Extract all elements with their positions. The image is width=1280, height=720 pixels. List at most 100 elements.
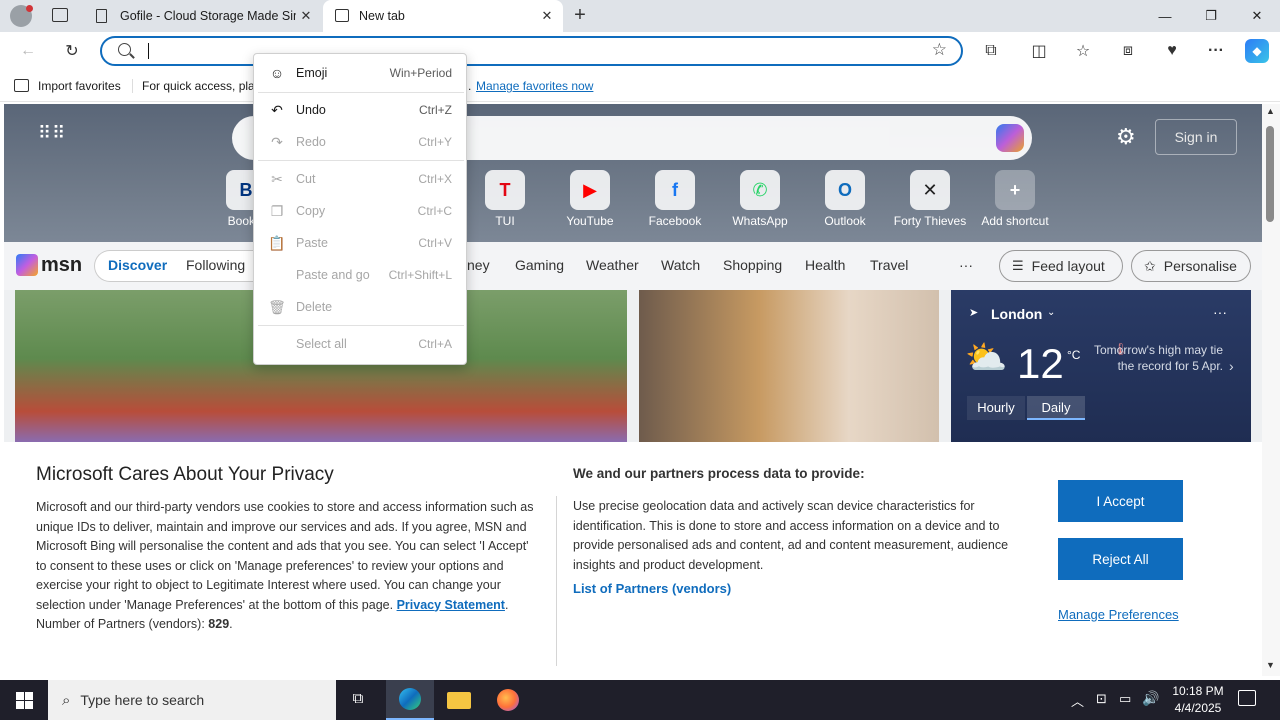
partners-suffix: . xyxy=(229,617,233,631)
nav-health[interactable]: Health xyxy=(805,257,845,273)
menu-item-shortcut: Ctrl+Y xyxy=(418,135,452,149)
menu-item-paste-and-go[interactable]: Paste and go Ctrl+Shift+L xyxy=(254,261,466,289)
shortcut-youtube[interactable]: ▶ YouTube xyxy=(548,170,632,228)
shortcut-whatsapp[interactable]: ✆ WhatsApp xyxy=(718,170,802,228)
tab-actions-icon[interactable] xyxy=(52,8,68,22)
menu-item-copy[interactable]: ❐ Copy Ctrl+C xyxy=(254,197,466,225)
taskbar-search-box[interactable]: ⌕ Type here to search xyxy=(48,680,336,720)
accept-button[interactable]: I Accept xyxy=(1058,480,1183,522)
vendors-link[interactable]: List of Partners (vendors) xyxy=(573,581,731,596)
collections-icon[interactable]: ⧈ xyxy=(1116,39,1140,63)
clock-date[interactable]: 4/4/2025 xyxy=(1170,701,1226,715)
nav-gaming[interactable]: Gaming xyxy=(515,257,564,273)
weather-more-icon[interactable]: ··· xyxy=(1213,304,1227,320)
manage-preferences-link[interactable]: Manage Preferences xyxy=(1058,607,1179,622)
scroll-thumb[interactable] xyxy=(1266,126,1274,222)
tab-gofile[interactable]: Gofile - Cloud Storage Made Simple ✕ xyxy=(86,0,322,32)
taskbar: ⌕ Type here to search ⧉ ︿ ⊡ ▭ 🔊 10:18 PM… xyxy=(0,680,1280,720)
msn-logo[interactable]: msn xyxy=(41,254,82,277)
manage-favorites-link[interactable]: Manage favorites now xyxy=(476,79,593,93)
start-button[interactable] xyxy=(0,680,48,720)
shortcut-add[interactable]: + Add shortcut xyxy=(973,170,1057,228)
feed-layout-button[interactable]: ☰ Feed layout xyxy=(999,250,1123,282)
performance-icon[interactable]: ♥ xyxy=(1160,39,1184,63)
address-bar[interactable]: ☆ xyxy=(100,36,963,66)
shortcut-forty-thieves[interactable]: ✕ Forty Thieves xyxy=(888,170,972,228)
menu-item-undo[interactable]: ↶ Undo Ctrl+Z xyxy=(254,96,466,124)
extensions-icon[interactable]: ⧉ xyxy=(979,39,1003,63)
nav-following[interactable]: Following xyxy=(186,257,245,273)
health-news-card[interactable] xyxy=(639,290,939,442)
sign-in-button[interactable]: Sign in xyxy=(1155,119,1237,155)
network-icon[interactable]: ⊡ xyxy=(1096,691,1107,707)
edge-taskbar-button[interactable] xyxy=(386,680,434,720)
back-button[interactable]: ← xyxy=(16,39,40,63)
close-window-button[interactable]: ✕ xyxy=(1234,0,1280,32)
import-favorites-button[interactable]: Import favorites xyxy=(38,79,121,93)
volume-icon[interactable]: 🔊 xyxy=(1142,690,1159,707)
nav-weather[interactable]: Weather xyxy=(586,257,639,273)
notifications-icon[interactable] xyxy=(1238,690,1256,706)
menu-item-paste[interactable]: 📋 Paste Ctrl+V xyxy=(254,229,466,257)
scroll-up-icon[interactable]: ▲ xyxy=(1266,106,1275,116)
menu-item-redo[interactable]: ↷ Redo Ctrl+Y xyxy=(254,128,466,156)
menu-item-cut[interactable]: ✂ Cut Ctrl+X xyxy=(254,165,466,193)
nav-watch[interactable]: Watch xyxy=(661,257,700,273)
task-view-icon[interactable]: ⧉ xyxy=(346,690,370,710)
shortcut-tui[interactable]: T TUI xyxy=(463,170,547,228)
split-screen-icon[interactable]: ◫ xyxy=(1027,39,1051,63)
page-scrollbar[interactable]: ▲ ▼ xyxy=(1262,104,1280,676)
shortcut-facebook[interactable]: f Facebook xyxy=(633,170,717,228)
menu-item-label: Delete xyxy=(296,300,333,314)
weather-city[interactable]: London xyxy=(991,306,1042,322)
personalise-button[interactable]: ✩ Personalise xyxy=(1131,250,1251,282)
menu-separator xyxy=(258,160,464,161)
nav-discover[interactable]: Discover xyxy=(108,257,167,273)
nav-travel[interactable]: Travel xyxy=(870,257,908,273)
privacy-statement-link[interactable]: Privacy Statement xyxy=(397,598,505,612)
favorites-icon[interactable]: ☆ xyxy=(1071,39,1095,63)
nav-shopping[interactable]: Shopping xyxy=(723,257,782,273)
chevron-right-icon[interactable]: › xyxy=(1229,358,1234,374)
profile-avatar[interactable] xyxy=(10,5,33,27)
apps-grid-icon[interactable]: ⠿⠿ xyxy=(38,124,65,148)
tab-hourly[interactable]: Hourly xyxy=(967,396,1025,420)
weather-note[interactable]: Tomorrow's high may tie the record for 5… xyxy=(1093,343,1223,374)
privacy-right-title: We and our partners process data to prov… xyxy=(573,466,865,481)
close-icon[interactable]: ✕ xyxy=(539,8,555,24)
menu-item-shortcut: Ctrl+A xyxy=(418,337,452,351)
weather-card[interactable]: ➤ London ⌄ ··· ⛅ 12 °C 🌡 Tomorrow's high… xyxy=(951,290,1251,442)
settings-gear-icon[interactable]: ⚙ xyxy=(1116,124,1136,150)
refresh-button[interactable]: ↻ xyxy=(60,39,84,63)
file-explorer-icon[interactable] xyxy=(447,692,471,709)
menu-item-delete[interactable]: 🗑 Delete xyxy=(254,293,466,321)
ethernet-icon[interactable]: ▭ xyxy=(1119,691,1131,707)
firefox-icon[interactable] xyxy=(497,689,519,711)
clock-time[interactable]: 10:18 PM xyxy=(1170,684,1226,698)
tab-new-tab[interactable]: New tab ✕ xyxy=(323,0,563,32)
copilot-icon[interactable]: ◆ xyxy=(1245,39,1269,63)
new-tab-button[interactable]: + xyxy=(568,4,592,28)
nav-money[interactable]: ney xyxy=(467,257,490,273)
menu-item-select-all[interactable]: Select all Ctrl+A xyxy=(254,330,466,358)
reject-all-button[interactable]: Reject All xyxy=(1058,538,1183,580)
address-input[interactable] xyxy=(148,43,149,59)
nav-more-icon[interactable]: ··· xyxy=(959,257,973,273)
more-options-icon[interactable]: ··· xyxy=(1204,39,1228,63)
privacy-right-body: Use precise geolocation data and activel… xyxy=(573,499,1009,572)
chevron-up-icon[interactable]: ︿ xyxy=(1071,691,1084,710)
menu-item-emoji[interactable]: ☺ Emoji Win+Period xyxy=(254,59,466,87)
shortcut-label: Add shortcut xyxy=(981,214,1049,228)
close-icon[interactable]: ✕ xyxy=(298,8,314,24)
shortcut-label: YouTube xyxy=(566,214,614,228)
menu-item-label: Paste and go xyxy=(296,268,370,282)
restore-button[interactable]: ❐ xyxy=(1188,0,1234,32)
tab-daily[interactable]: Daily xyxy=(1027,396,1085,420)
chevron-down-icon[interactable]: ⌄ xyxy=(1047,307,1055,318)
minimize-button[interactable]: — xyxy=(1142,0,1188,32)
scroll-down-icon[interactable]: ▼ xyxy=(1266,660,1275,670)
search-icon: ⌕ xyxy=(62,691,71,709)
shortcut-outlook[interactable]: O Outlook xyxy=(803,170,887,228)
copilot-icon[interactable] xyxy=(996,124,1024,152)
favorite-star-icon[interactable]: ☆ xyxy=(932,40,947,60)
